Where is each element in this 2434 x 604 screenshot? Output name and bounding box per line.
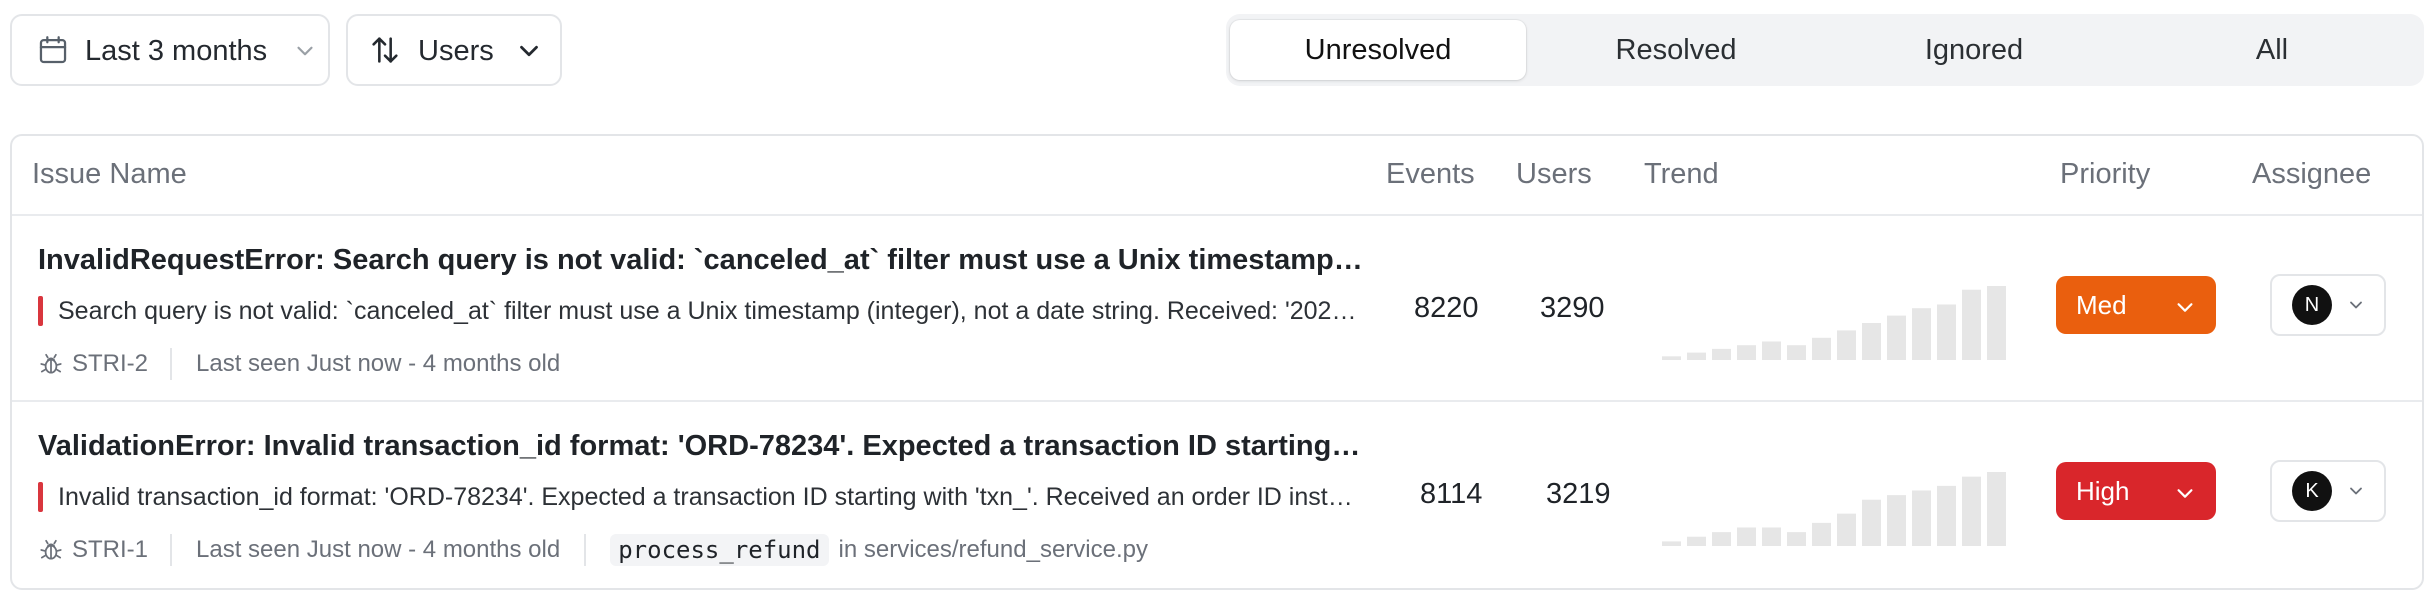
toolbar: Last 3 months Users Unresolved Resolved … [0,0,2434,100]
column-header-users[interactable]: Users [1516,158,1592,191]
issue-short-id[interactable]: STRI-2 [72,350,148,378]
priority-dropdown[interactable]: High [2056,462,2216,520]
trend-bar [1762,527,1781,546]
tab-all[interactable]: All [2124,20,2420,80]
issue-meta: STRI-2 Last seen Just now - 4 months old [38,346,584,382]
bug-icon [38,351,64,377]
divider [584,534,587,566]
issue-short-id[interactable]: STRI-1 [72,536,148,564]
trend-bar [1962,476,1981,546]
trend-bar [1887,315,1906,360]
events-count: 8220 [1414,292,1479,324]
date-range-dropdown[interactable]: Last 3 months [10,14,330,86]
trend-bar [1787,532,1806,546]
tab-ignored[interactable]: Ignored [1826,20,2122,80]
issue-message: Invalid transaction_id format: 'ORD-7823… [38,480,1364,514]
priority-label: Med [2076,290,2127,320]
trend-bar [1662,541,1681,546]
assignee-dropdown[interactable]: N [2270,274,2386,336]
trend-bar [1937,485,1956,546]
table-row[interactable]: ValidationError: Invalid transaction_id … [12,402,2422,588]
column-header-priority[interactable]: Priority [2060,158,2150,191]
issue-meta: STRI-1 Last seen Just now - 4 months old… [38,532,1148,568]
chevron-down-icon [2174,480,2196,502]
status-segmented-control: Unresolved Resolved Ignored All [1226,14,2424,86]
events-count: 8114 [1420,478,1483,510]
issue-title[interactable]: InvalidRequestError: Search query is not… [38,244,1364,277]
column-header-issue-name[interactable]: Issue Name [32,158,187,191]
divider [170,348,173,380]
trend-bar [1987,472,2006,546]
chevron-down-icon [292,38,318,64]
tab-unresolved[interactable]: Unresolved [1230,20,1526,80]
trend-bar [1937,304,1956,360]
sort-arrows-icon [368,33,402,67]
column-header-trend: Trend [1644,158,1719,190]
trend-bar [1712,532,1731,546]
trend-bar [1837,513,1856,546]
users-count: 3290 [1540,292,1605,324]
sort-label: Users [418,35,494,67]
tab-resolved[interactable]: Resolved [1528,20,1824,80]
trend-bar [1812,337,1831,360]
trend-bar [1987,286,2006,360]
calendar-icon [36,33,70,67]
chevron-down-icon [2346,481,2366,501]
trend-bar [1837,330,1856,360]
issue-message: Search query is not valid: `canceled_at`… [38,294,1364,328]
column-header-events[interactable]: Events [1386,158,1475,191]
date-range-label: Last 3 months [85,35,268,67]
bug-icon [38,537,64,563]
trend-bar [1862,499,1881,546]
issue-title[interactable]: ValidationError: Invalid transaction_id … [38,430,1364,463]
trend-bar [1737,527,1756,546]
column-header-assignee[interactable]: Assignee [2252,158,2371,191]
sort-dropdown[interactable]: Users [346,14,562,86]
avatar: K [2292,471,2332,511]
avatar: N [2292,285,2332,325]
last-seen-text: Last seen Just now - 4 months old [196,350,561,377]
table-header: Issue Name Events Users Trend Priority A… [12,136,2422,216]
trend-bar [1912,308,1931,360]
divider [170,534,173,566]
trend-bar [1662,356,1681,360]
users-count: 3219 [1546,478,1611,510]
trend-bar [1887,495,1906,546]
function-name: process_refund [610,534,829,566]
issues-table: Issue Name Events Users Trend Priority A… [10,134,2424,590]
trend-bar [1687,352,1706,360]
trend-bar [1687,536,1706,546]
priority-dropdown[interactable]: Med [2056,276,2216,334]
trend-bar [1712,348,1731,360]
source-location: in services/refund_service.py [838,536,1148,563]
trend-sparkline [1662,472,2006,546]
trend-bar [1962,289,1981,360]
table-row[interactable]: InvalidRequestError: Search query is not… [12,216,2422,402]
assignee-dropdown[interactable]: K [2270,460,2386,522]
trend-sparkline [1662,286,2006,360]
trend-bar [1912,490,1931,546]
trend-bar [1862,323,1881,360]
trend-bar [1812,522,1831,546]
chevron-down-icon [2174,294,2196,316]
chevron-down-icon [514,36,544,66]
chevron-down-icon [2346,295,2366,315]
priority-label: High [2076,476,2130,506]
trend-bar [1762,341,1781,360]
trend-bar [1737,345,1756,360]
trend-bar [1787,345,1806,360]
last-seen-text: Last seen Just now - 4 months old [196,536,561,563]
